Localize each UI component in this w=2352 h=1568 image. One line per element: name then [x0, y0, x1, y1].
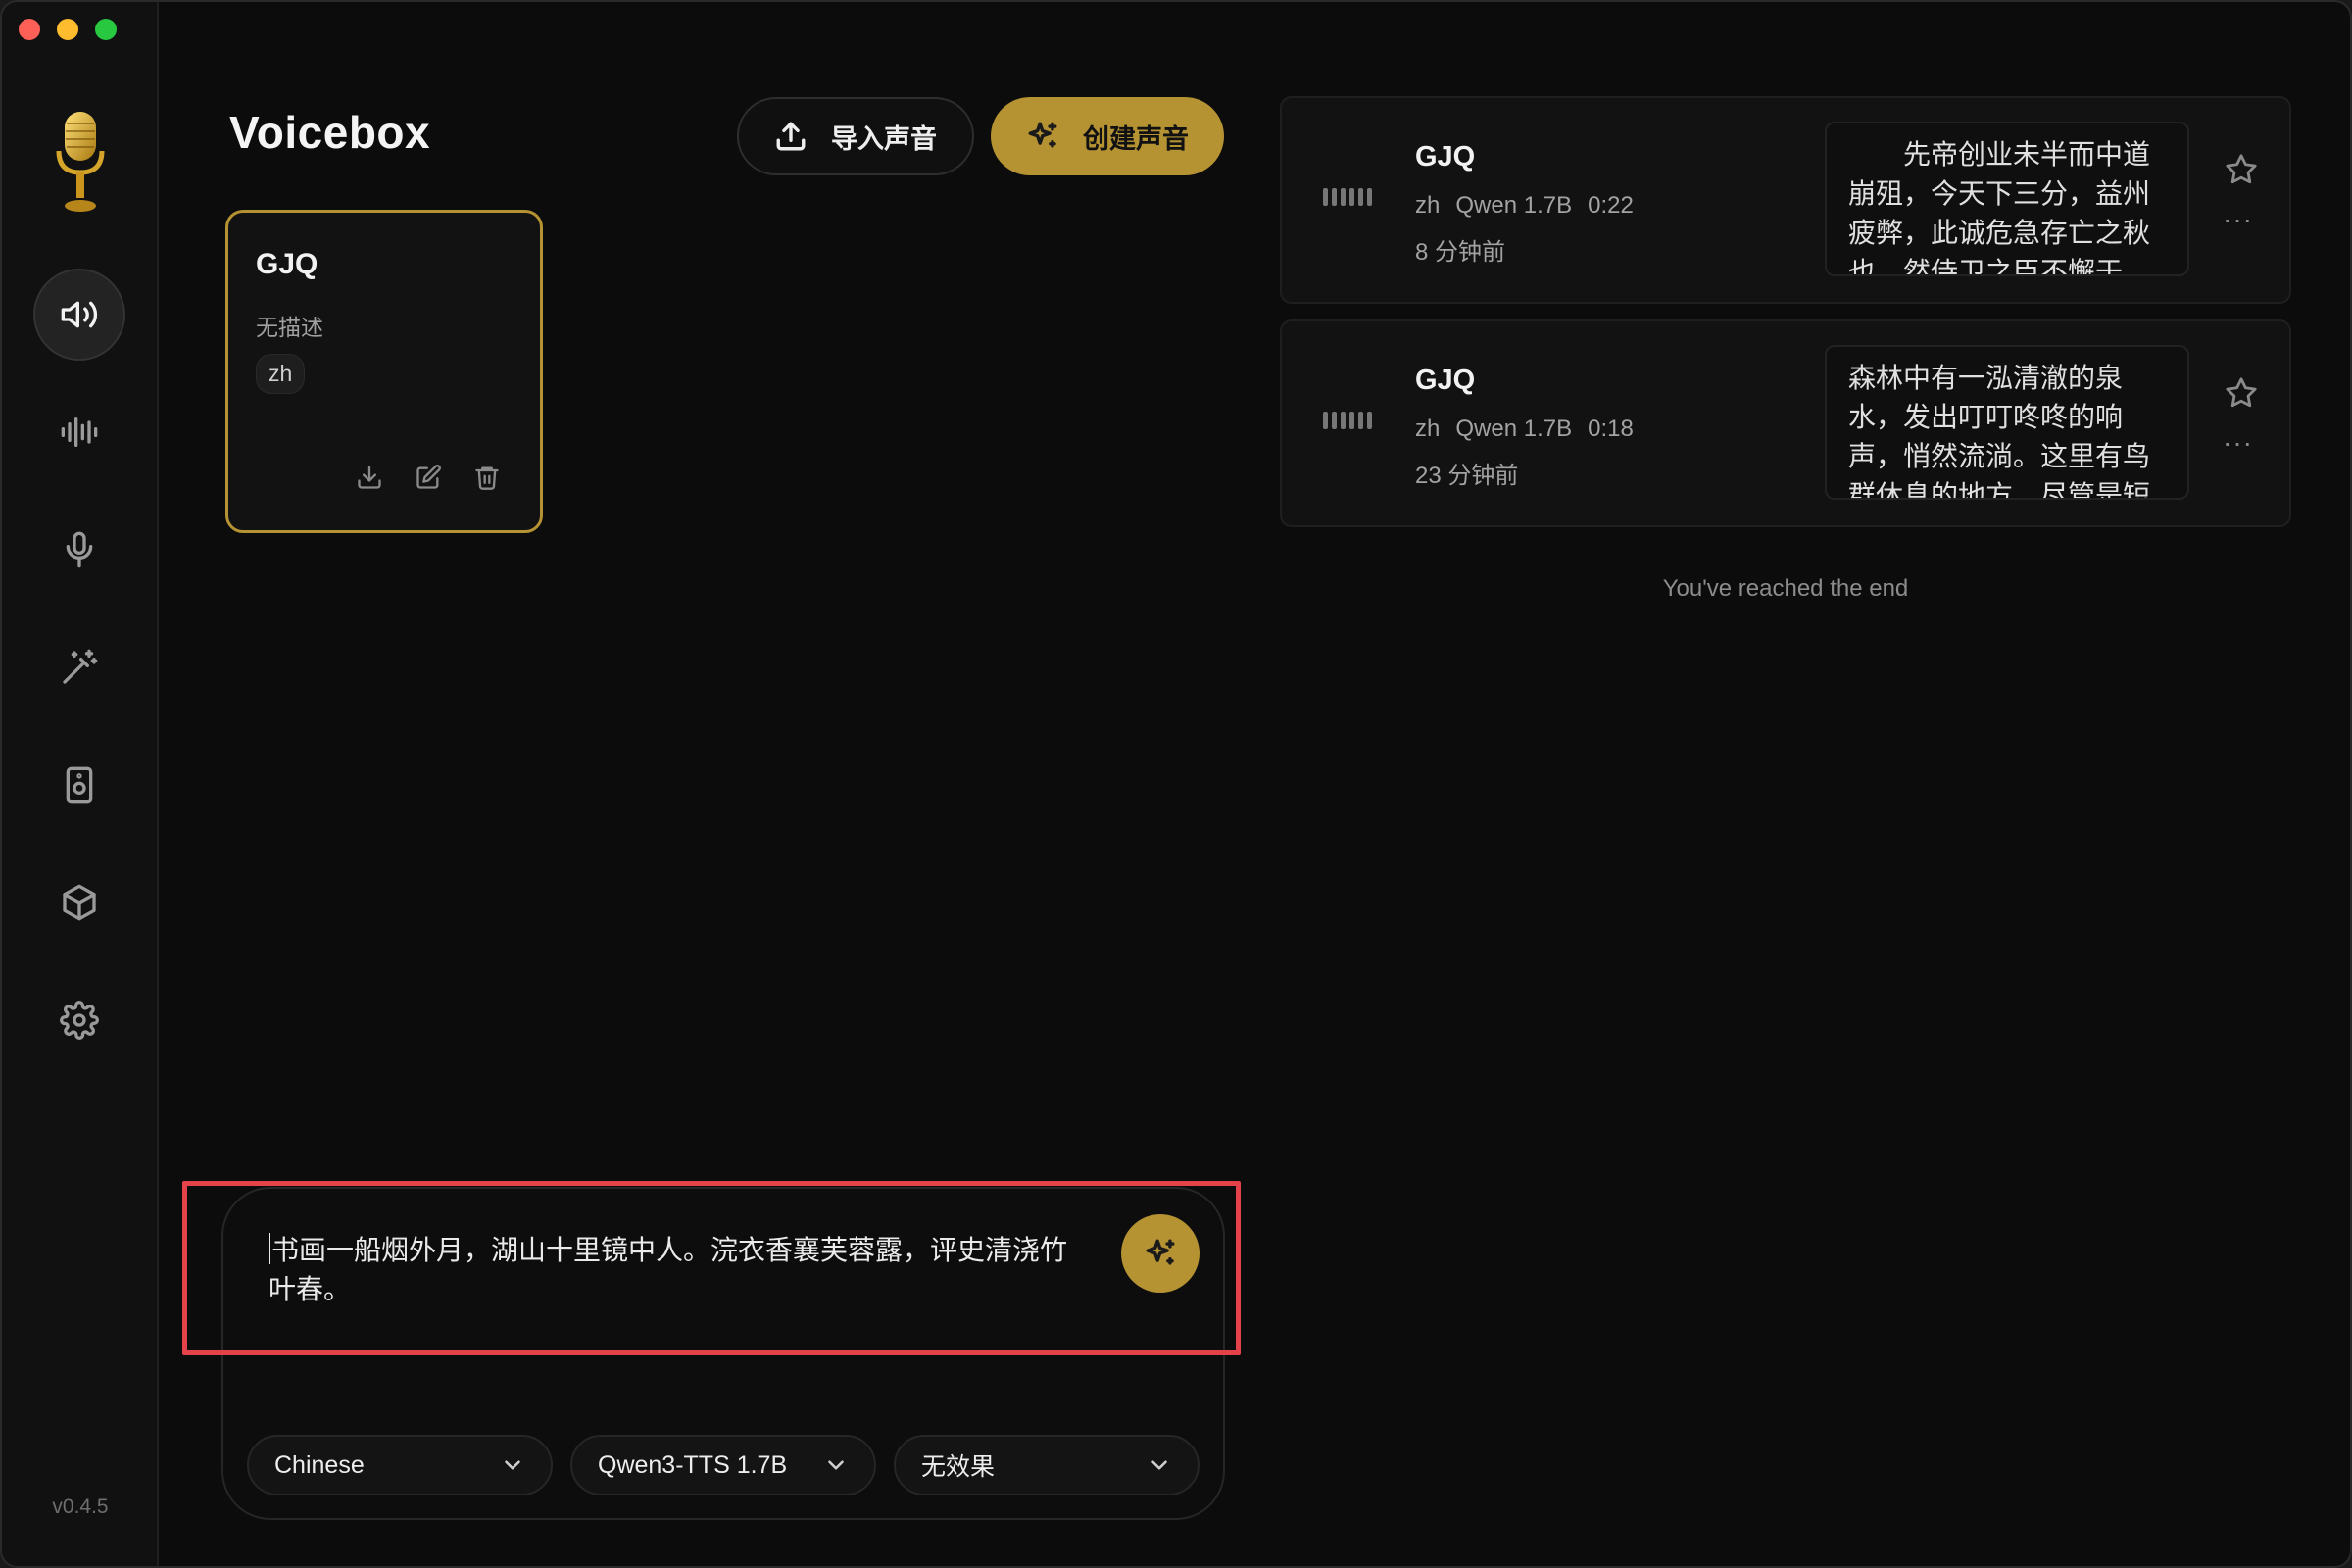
import-voice-button[interactable]: 导入声音 — [737, 97, 974, 175]
app-version: v0.4.5 — [52, 1495, 109, 1518]
microphone-logo-icon — [45, 108, 116, 216]
chevron-down-icon — [505, 1460, 520, 1470]
download-icon[interactable] — [356, 464, 383, 491]
waveform-icon — [61, 417, 98, 447]
nav-record[interactable] — [33, 504, 125, 596]
history-item[interactable]: GJQ zh Qwen 1.7B 0:22 8 分钟前 先帝创业未半而中道崩殂，… — [1280, 96, 2291, 304]
waveform-icon — [1323, 188, 1372, 206]
effect-select-value: 无效果 — [921, 1453, 996, 1481]
more-options-icon[interactable]: ··· — [2223, 204, 2253, 235]
prompt-text-value: 书画一船烟外月，湖山十里镜中人。浣衣香襄芙蓉露，评史清浇竹叶春。 — [269, 1235, 1068, 1304]
history-language: zh — [1415, 416, 1441, 442]
trash-icon[interactable] — [473, 464, 501, 491]
magic-wand-icon — [63, 649, 98, 684]
star-icon[interactable] — [2225, 376, 2258, 410]
chevron-down-icon — [1152, 1460, 1167, 1470]
speaker-device-icon — [66, 766, 93, 804]
speaker-icon — [61, 301, 98, 328]
waveform-icon — [1323, 412, 1372, 429]
nav-voices[interactable] — [33, 269, 125, 361]
history-duration: 0:22 — [1588, 192, 1634, 219]
nav-models[interactable] — [33, 857, 125, 949]
page-title: Voicebox — [229, 107, 431, 158]
generate-button[interactable] — [1121, 1214, 1200, 1293]
minimize-window-button[interactable] — [57, 19, 78, 40]
upload-icon — [776, 122, 806, 151]
history-voice-name: GJQ — [1415, 141, 1476, 172]
history-model: Qwen 1.7B — [1455, 192, 1573, 219]
window-controls — [19, 19, 117, 40]
history-end-message: You've reached the end — [1662, 575, 1909, 602]
history-item[interactable]: GJQ zh Qwen 1.7B 0:18 23 分钟前 森林中有一泓清澈的泉水… — [1280, 319, 2291, 527]
create-voice-label: 创建声音 — [1083, 123, 1189, 154]
history-voice-name: GJQ — [1415, 365, 1476, 396]
close-window-button[interactable] — [19, 19, 40, 40]
model-select-value: Qwen3-TTS 1.7B — [598, 1450, 788, 1479]
effect-select[interactable]: 无效果 — [894, 1435, 1200, 1495]
voice-card-actions — [356, 464, 501, 491]
nav-audio[interactable] — [33, 386, 125, 478]
maximize-window-button[interactable] — [95, 19, 117, 40]
more-options-icon[interactable]: ··· — [2223, 427, 2253, 459]
nav-speaker[interactable] — [33, 739, 125, 831]
microphone-icon — [66, 531, 93, 568]
history-timestamp: 23 分钟前 — [1415, 463, 1519, 489]
voice-language-tag: zh — [256, 354, 306, 394]
create-voice-button[interactable]: 创建声音 — [991, 97, 1224, 175]
history-meta: zh Qwen 1.7B 0:18 — [1415, 416, 1634, 443]
voice-description: 无描述 — [256, 315, 323, 340]
voice-card[interactable]: GJQ 无描述 zh — [225, 210, 543, 533]
box-icon — [63, 884, 96, 921]
history-model: Qwen 1.7B — [1455, 416, 1573, 442]
language-select[interactable]: Chinese — [247, 1435, 553, 1495]
history-text[interactable]: 先帝创业未半而中道崩殂，今天下三分，益州疲弊，此诚危急存亡之秋也。然侍卫之臣不懈… — [1825, 122, 2189, 276]
history-duration: 0:18 — [1588, 416, 1634, 442]
nav-settings[interactable] — [33, 974, 125, 1066]
edit-icon[interactable] — [415, 464, 442, 491]
star-icon[interactable] — [2225, 153, 2258, 186]
app-window: v0.4.5 Voicebox 导入声音 创建声音 GJQ 无描述 zh GJQ… — [0, 0, 2352, 1568]
sparkle-icon — [1146, 1239, 1175, 1265]
history-text[interactable]: 森林中有一泓清澈的泉水，发出叮叮咚咚的响声，悄然流淌。这里有鸟群休息的地方，尽管… — [1825, 345, 2189, 500]
history-timestamp: 8 分钟前 — [1415, 239, 1506, 266]
voice-name: GJQ — [256, 248, 318, 280]
history-language: zh — [1415, 192, 1441, 219]
nav-effects[interactable] — [33, 621, 125, 713]
chevron-down-icon — [828, 1460, 844, 1470]
model-select[interactable]: Qwen3-TTS 1.7B — [570, 1435, 876, 1495]
sidebar: v0.4.5 — [2, 2, 159, 1566]
text-prompt-input[interactable]: 书画一船烟外月，湖山十里镜中人。浣衣香襄芙蓉露，评史清浇竹叶春。 — [269, 1231, 1072, 1309]
history-meta: zh Qwen 1.7B 0:22 — [1415, 192, 1634, 220]
gear-icon — [60, 1001, 99, 1040]
language-select-value: Chinese — [274, 1450, 365, 1479]
import-voice-label: 导入声音 — [831, 123, 937, 154]
sparkle-icon — [1028, 122, 1057, 148]
text-caret — [269, 1233, 270, 1264]
